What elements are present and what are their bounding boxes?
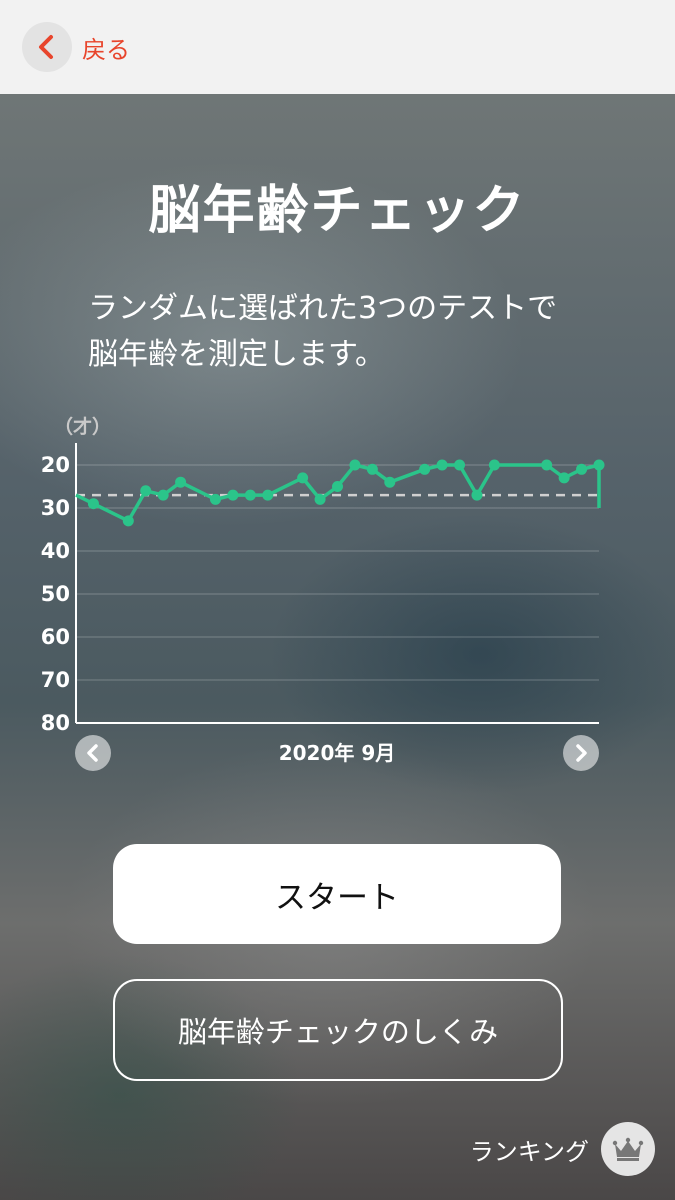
prev-month-button[interactable] [75,735,111,771]
data-point [314,493,326,505]
brain-age-chart [75,443,605,724]
data-point [419,463,431,475]
crown-icon [601,1122,655,1176]
data-point [349,459,361,471]
data-point [436,459,448,471]
ranking-button[interactable]: ランキング [470,1122,655,1176]
data-point [140,485,152,497]
data-point [209,493,221,505]
data-point [332,481,343,492]
data-point [87,498,99,510]
start-button[interactable]: スタート [113,844,561,944]
data-point [541,459,553,471]
data-point [454,459,466,471]
data-point [366,463,378,475]
data-point [471,489,483,501]
data-point [384,476,396,488]
data-point [593,459,605,471]
data-point [576,463,588,475]
data-point [297,472,309,484]
how-it-works-button[interactable]: 脳年齢チェックのしくみ [113,979,563,1081]
chevron-right-icon [576,744,587,762]
data-point [262,489,274,501]
data-point [122,515,134,527]
data-point [488,459,500,471]
month-label: 2020年 9月 [278,741,396,765]
data-point [175,476,187,488]
next-month-button[interactable] [563,735,599,771]
data-point [227,489,239,501]
series-line [75,463,601,523]
data-point [157,489,169,501]
data-point [558,472,570,484]
data-point [244,489,256,501]
ranking-label: ランキング [469,1137,589,1166]
chevron-left-icon [87,744,98,762]
